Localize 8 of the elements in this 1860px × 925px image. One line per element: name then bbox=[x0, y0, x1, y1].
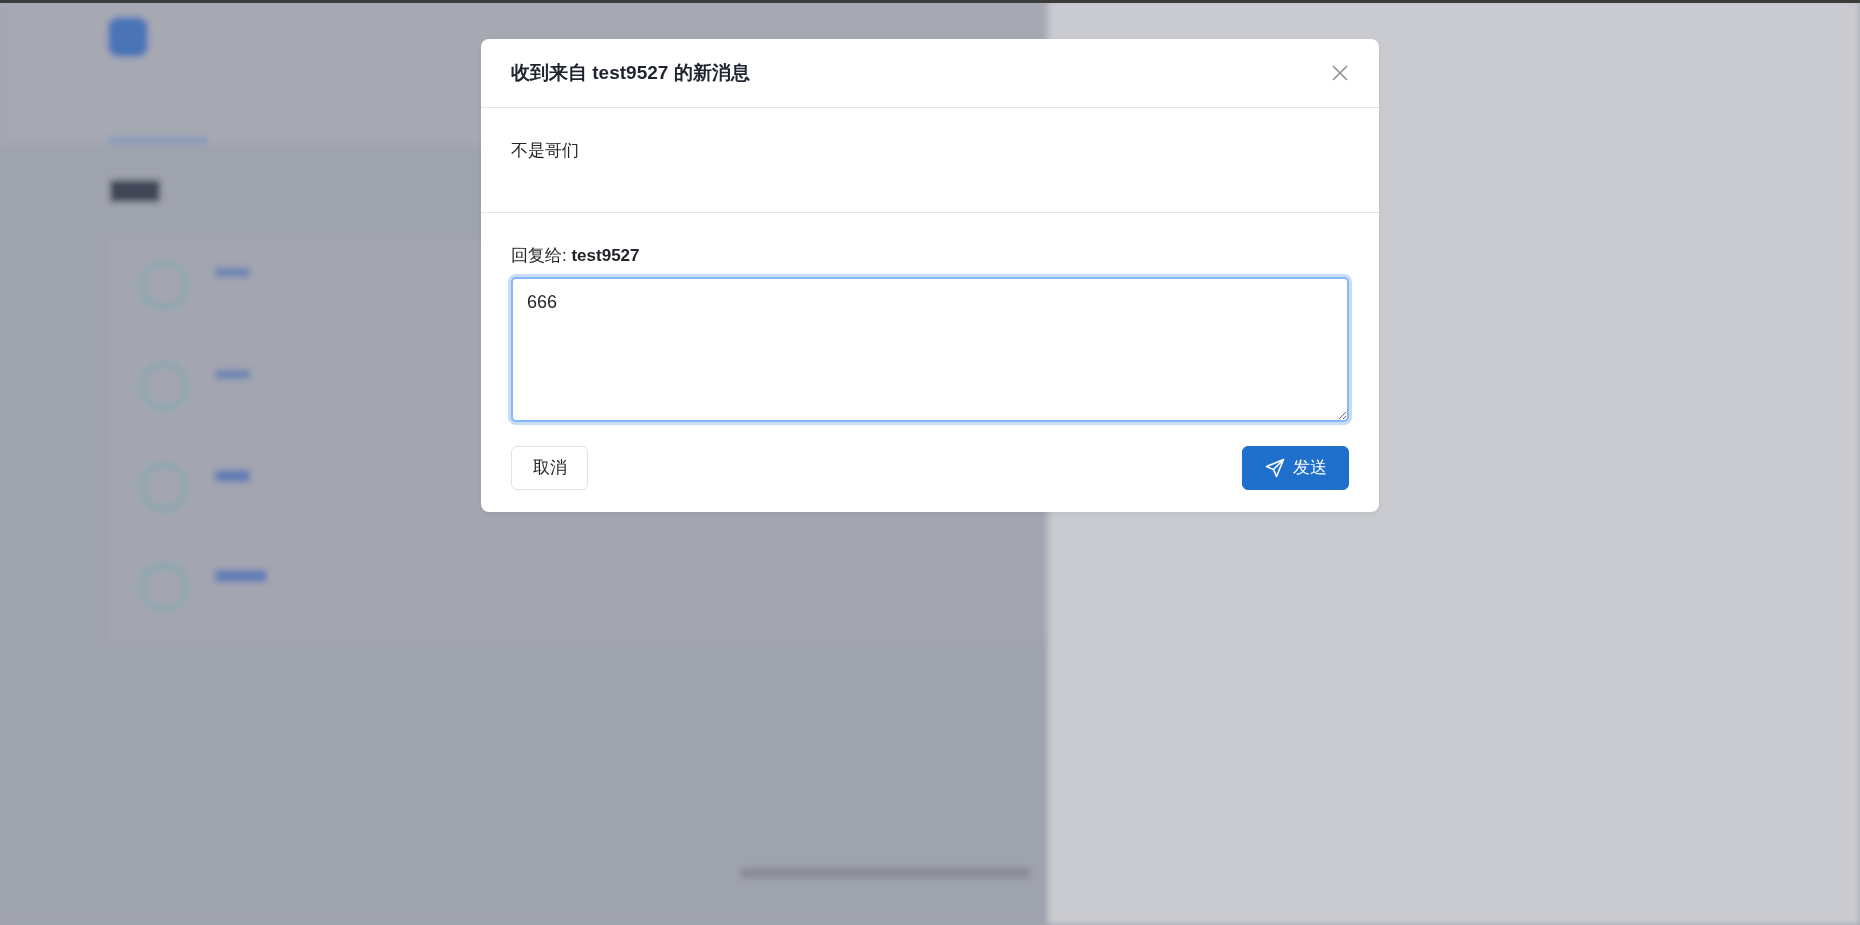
reply-field[interactable]: 666 bbox=[511, 276, 1349, 422]
paper-plane-icon bbox=[1264, 457, 1285, 478]
send-button[interactable]: 发送 bbox=[1242, 445, 1349, 490]
cancel-button[interactable]: 取消 bbox=[511, 445, 588, 490]
close-icon bbox=[1331, 64, 1349, 82]
message-text: 不是哥们 bbox=[511, 140, 580, 162]
dialog-title: 收到来自 test9527 的新消息 bbox=[511, 61, 750, 85]
reply-label: 回复给: test9527 bbox=[511, 245, 641, 267]
